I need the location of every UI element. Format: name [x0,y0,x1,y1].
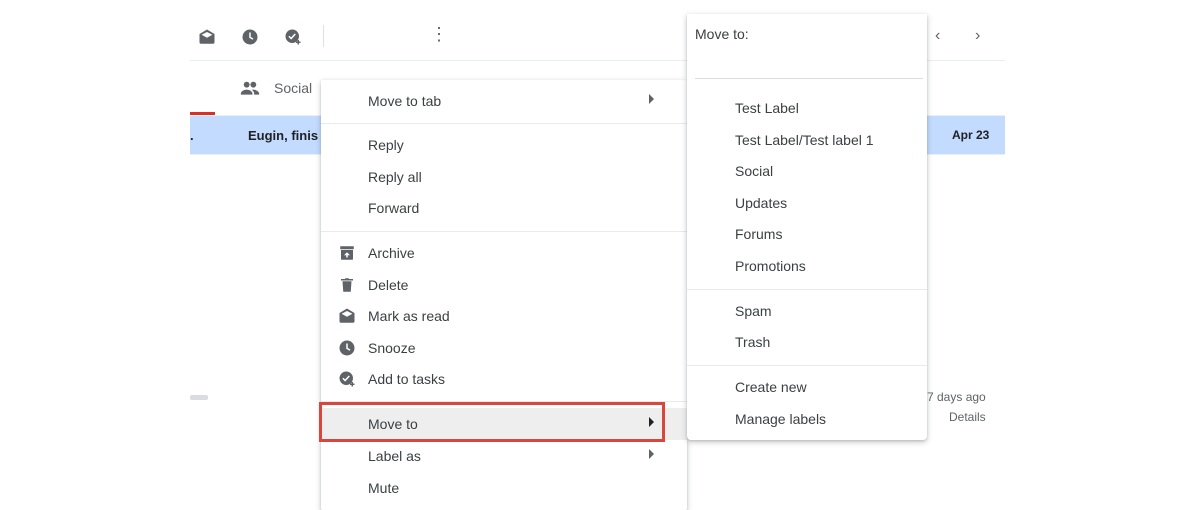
manage-labels-button[interactable]: Manage labels [687,404,927,434]
menu-item-label: Reply all [368,169,422,185]
tab-social[interactable]: Social [240,74,312,102]
submenu-arrow-icon [649,449,654,459]
label-option-test-label[interactable]: Test Label [687,93,927,123]
people-icon [240,81,260,95]
next-page-icon[interactable]: › [975,27,980,45]
submenu-arrow-icon [649,94,654,104]
label-option-text: Forums [735,226,783,242]
context-menu: Move to tab Reply Reply all Forward Arch… [321,80,687,510]
horizontal-scrollbar[interactable] [190,395,208,400]
label-option-text: Promotions [735,258,806,274]
menu-item-label: Reply [368,137,404,153]
menu-divider [321,231,687,232]
menu-divider [687,289,927,290]
action-text: Create new [735,379,807,395]
menu-item-label: Forward [368,200,420,216]
add-task-icon [339,371,355,387]
label-option-text: Spam [735,303,772,319]
submenu-title: Move to: [695,26,749,42]
label-option-trash[interactable]: Trash [687,327,927,357]
label-option-text: Test Label [735,100,799,116]
email-date: Apr 23 [952,128,990,142]
menu-item-label: Snooze [368,340,416,356]
label-search-input[interactable] [695,52,923,79]
menu-item-reply[interactable]: Reply [321,129,687,161]
menu-divider [687,365,927,366]
label-option-spam[interactable]: Spam [687,296,927,326]
label-option-text: Updates [735,195,788,211]
label-option-forums[interactable]: Forums [687,219,927,249]
action-text: Manage labels [735,411,827,427]
details-link[interactable]: Details [949,410,986,424]
menu-item-label: Mark as read [368,308,450,324]
label-option-social[interactable]: Social [687,156,927,186]
menu-item-label: Label as [368,448,421,464]
add-to-tasks-icon[interactable] [284,28,302,46]
move-to-submenu: Move to: Test Label Test Label/Test labe… [687,14,927,440]
menu-item-delete[interactable]: Delete [321,269,687,301]
toolbar-divider [323,25,324,47]
menu-item-label: Move to tab [368,93,442,109]
envelope-open-icon [339,308,355,323]
prev-page-icon[interactable]: ‹ [935,27,940,45]
label-option-text: Trash [735,334,771,350]
menu-item-label: Add to tasks [368,371,446,387]
label-option-text: Social [735,163,774,179]
tab-social-label: Social [274,80,313,96]
label-option-updates[interactable]: Updates [687,188,927,218]
menu-item-mute[interactable]: Mute [321,472,687,504]
email-snippet-fragment: . [190,128,194,143]
last-activity-text: 7 days ago [927,390,986,404]
menu-item-label: Delete [368,277,409,293]
menu-item-archive[interactable]: Archive [321,237,687,269]
archive-icon [340,246,354,260]
menu-item-reply-all[interactable]: Reply all [321,161,687,193]
more-options-icon[interactable]: ⋮ [430,24,448,45]
menu-item-move-to-tab[interactable]: Move to tab [321,85,687,117]
annotation-highlight-box [319,402,665,442]
menu-item-add-to-tasks[interactable]: Add to tasks [321,363,687,395]
menu-item-forward[interactable]: Forward [321,192,687,224]
label-option-text: Test Label/Test label 1 [735,132,874,148]
mark-as-read-icon[interactable] [198,28,216,46]
menu-item-snooze[interactable]: Snooze [321,332,687,364]
menu-item-label: Archive [368,245,415,261]
menu-item-mark-as-read[interactable]: Mark as read [321,300,687,332]
clock-icon [339,340,355,356]
label-option-test-label-1[interactable]: Test Label/Test label 1 [687,125,927,155]
menu-item-label-as[interactable]: Label as [321,440,687,472]
trash-icon [341,278,353,292]
email-sender: Eugin, finis [248,128,319,143]
snooze-icon[interactable] [241,28,259,46]
menu-item-label: Mute [368,480,400,496]
create-new-label-button[interactable]: Create new [687,372,927,402]
label-option-promotions[interactable]: Promotions [687,251,927,281]
menu-divider [321,123,687,124]
